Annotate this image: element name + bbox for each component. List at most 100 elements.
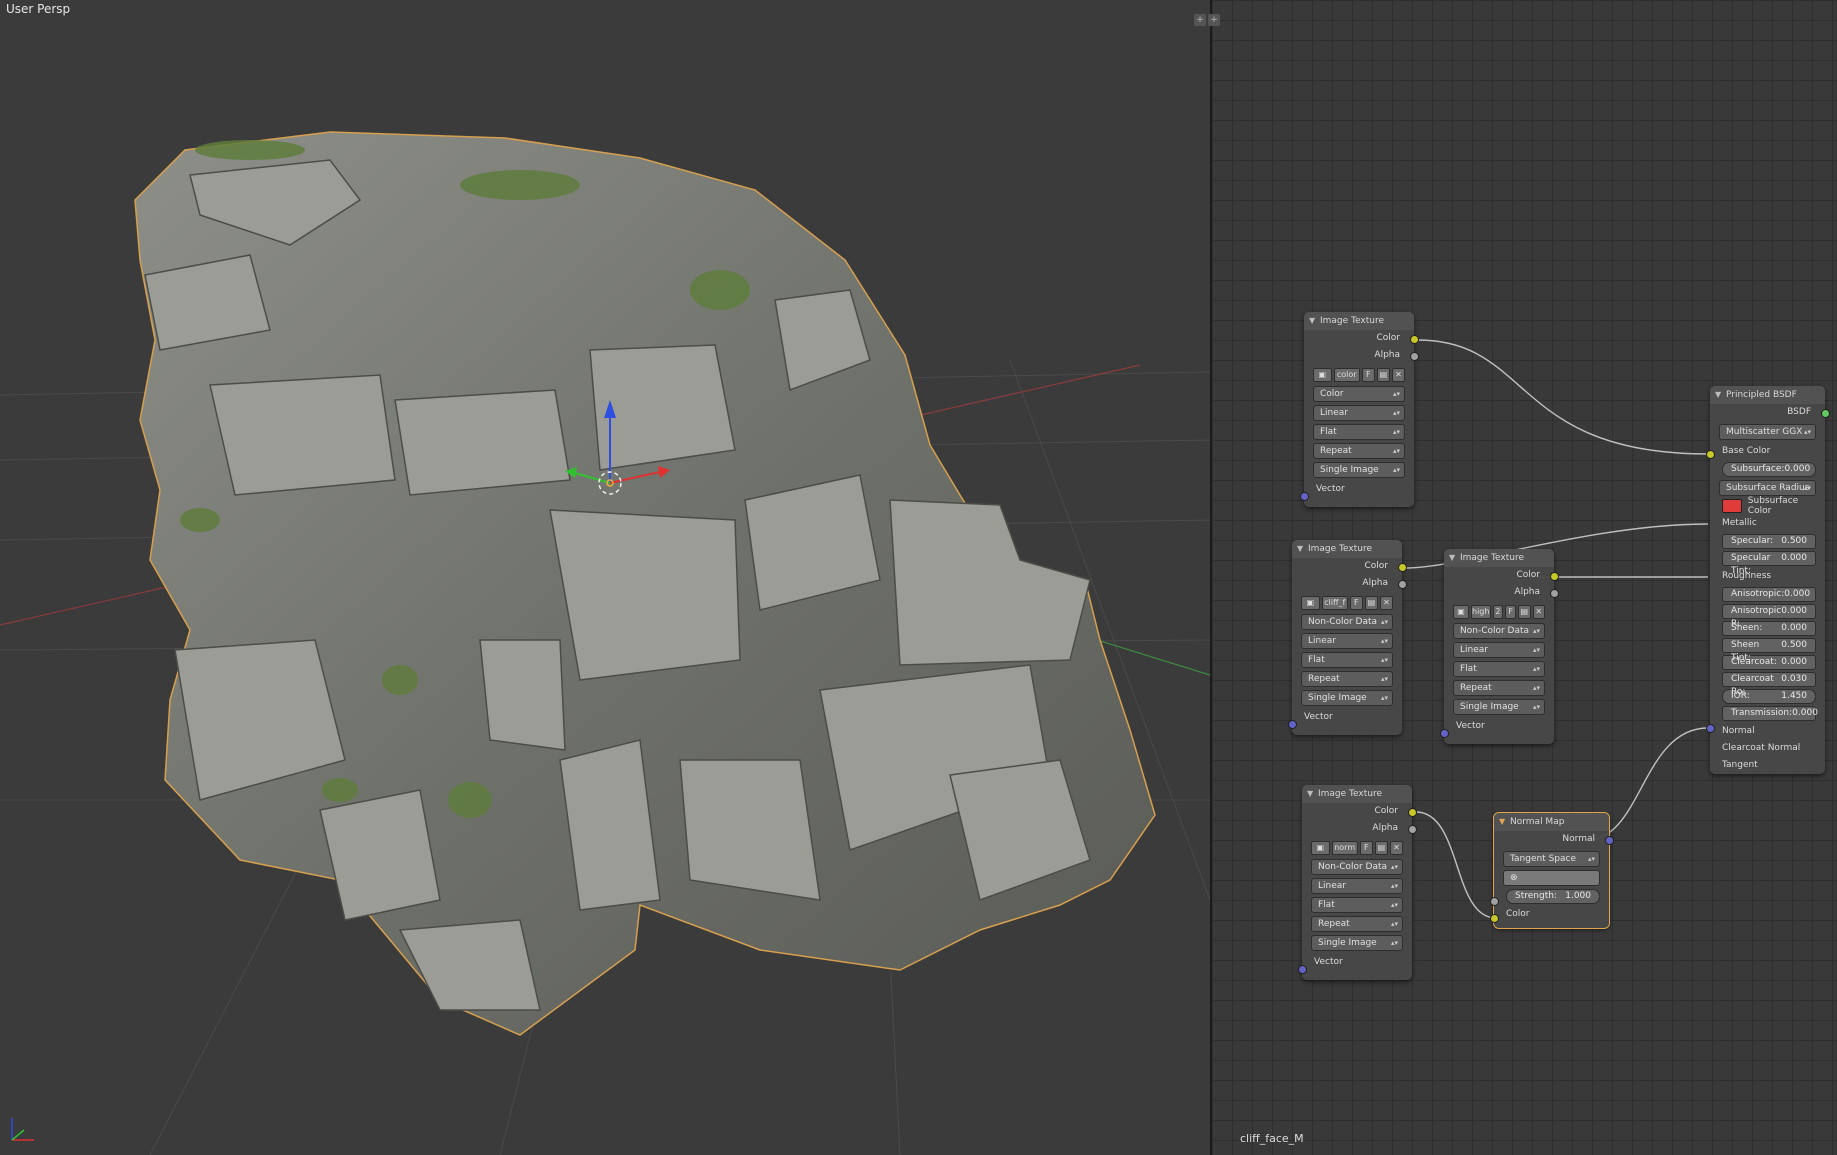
collapse-icon[interactable]: ▼ [1307,785,1313,803]
projection-select[interactable]: Flat ▴▾ [1313,424,1405,440]
uv-map-field[interactable]: ⊗ [1503,870,1600,886]
projection-select[interactable]: Flat ▴▾ [1311,897,1403,913]
area-split-left-icon[interactable]: + [1194,14,1206,26]
socket-strength-in[interactable] [1490,897,1499,906]
specular-field[interactable]: Specular: 0.500 [1722,534,1816,549]
socket-color-out[interactable] [1550,572,1559,581]
color-space-select[interactable]: Non-Color Data ▴▾ [1311,859,1403,875]
socket-alpha-out[interactable] [1408,825,1417,834]
color-space-select[interactable]: Non-Color Data ▴▾ [1453,623,1545,639]
collapse-icon[interactable]: ▼ [1297,540,1303,558]
node-header[interactable]: ▼ Image Texture [1444,549,1554,567]
interpolation-select[interactable]: Linear ▴▾ [1313,405,1405,421]
area-split-right-icon[interactable]: + [1208,14,1220,26]
socket-normal-in[interactable] [1706,724,1715,733]
space-select[interactable]: Tangent Space ▴▾ [1503,851,1600,867]
image-texture-node-4[interactable]: ▼ Image Texture Color Alpha ▣ norm F ▤ ✕ … [1298,785,1417,980]
image-selector[interactable]: ▣ norm F ▤ ✕ [1311,841,1403,855]
color-space-select[interactable]: Color ▴▾ [1313,386,1405,402]
3d-viewport[interactable]: User Persp [0,0,1210,1155]
image-selector[interactable]: ▣ high 2 F ▤ ✕ [1453,605,1545,619]
color-space-select[interactable]: Non-Color Data ▴▾ [1301,614,1393,630]
unlink-image-icon[interactable]: ✕ [1389,841,1403,855]
projection-select[interactable]: Flat ▴▾ [1301,652,1393,668]
unlink-image-icon[interactable]: ✕ [1379,596,1393,610]
open-image-icon[interactable]: ▤ [1374,841,1388,855]
collapse-icon[interactable]: ▼ [1309,312,1315,330]
image-texture-node-2[interactable]: ▼ Image Texture Color Alpha ▣ cliff_f F ▤… [1288,540,1407,735]
image-name[interactable]: cliff_f [1321,596,1348,610]
socket-color-out[interactable] [1398,563,1407,572]
extension-select[interactable]: Repeat ▴▾ [1453,680,1545,696]
socket-bsdf-out[interactable] [1821,409,1830,418]
transmission-field[interactable]: Transmission: 0.000 [1722,706,1818,721]
user-count[interactable]: 2 [1492,605,1504,619]
source-select[interactable]: Single Image ▴▾ [1313,462,1405,478]
specular-tint-field[interactable]: Specular Tint: 0.000 [1722,551,1816,576]
node-header[interactable]: ▼ Image Texture [1292,540,1402,558]
ior-field[interactable]: IOR: 1.450 [1722,689,1816,704]
extension-select[interactable]: Repeat ▴▾ [1313,443,1405,459]
extension-select[interactable]: Repeat ▴▾ [1311,916,1403,932]
extension-select[interactable]: Repeat ▴▾ [1301,671,1393,687]
socket-normal-out[interactable] [1605,836,1614,845]
subsurface-color-swatch[interactable] [1722,499,1742,513]
open-image-icon[interactable]: ▤ [1376,368,1390,382]
open-image-icon[interactable]: ▤ [1364,596,1378,610]
socket-color-out[interactable] [1410,335,1419,344]
image-texture-node-1[interactable]: ▼ Image Texture Color Alpha ▣ color F ▤ ✕… [1300,312,1419,507]
node-header[interactable]: ▼ Principled BSDF [1710,386,1825,404]
collapse-icon[interactable]: ▼ [1449,549,1455,567]
socket-alpha-out[interactable] [1550,589,1559,598]
unlink-image-icon[interactable]: ✕ [1391,368,1405,382]
socket-color-in[interactable] [1490,914,1499,923]
image-browse-icon[interactable]: ▣ [1313,368,1332,382]
principled-bsdf-node[interactable]: ▼ Principled BSDF BSDF Multiscatter GGX ▴▾… [1706,386,1830,774]
socket-vector-in[interactable] [1298,965,1307,974]
subsurface-field[interactable]: Subsurface: 0.000 [1722,462,1816,477]
image-name[interactable]: norm [1331,841,1358,855]
anisotropic-rotation-field[interactable]: Anisotropic R: 0.000 [1722,604,1816,629]
node-header[interactable]: ▼ Image Texture [1304,312,1414,330]
fake-user-toggle[interactable]: F [1361,368,1375,382]
projection-select[interactable]: Flat ▴▾ [1453,661,1545,677]
image-browse-icon[interactable]: ▣ [1453,605,1469,619]
socket-color-out[interactable] [1408,808,1417,817]
distribution-select[interactable]: Multiscatter GGX ▴▾ [1719,424,1816,440]
source-select[interactable]: Single Image ▴▾ [1453,699,1545,715]
image-selector[interactable]: ▣ cliff_f F ▤ ✕ [1301,596,1393,610]
image-texture-node-3[interactable]: ▼ Image Texture Color Alpha ▣ high 2 F ▤ … [1440,549,1559,744]
fake-user-toggle[interactable]: F [1359,841,1373,855]
unlink-image-icon[interactable]: ✕ [1532,605,1545,619]
socket-vector-in[interactable] [1300,492,1309,501]
fake-user-toggle[interactable]: F [1349,596,1363,610]
open-image-icon[interactable]: ▤ [1518,605,1531,619]
socket-base-color-in[interactable] [1706,450,1715,459]
node-header[interactable]: ▼ Image Texture [1302,785,1412,803]
subsurface-color-row[interactable]: Subsurface Color [1722,496,1816,516]
socket-alpha-out[interactable] [1410,352,1419,361]
sheen-field[interactable]: Sheen: 0.000 [1722,621,1816,636]
interpolation-select[interactable]: Linear ▴▾ [1453,642,1545,658]
subsurface-radius-select[interactable]: Subsurface Radius ▴▾ [1719,480,1816,496]
node-header[interactable]: ▼ Normal Map [1494,813,1609,831]
clearcoat-field[interactable]: Clearcoat: 0.000 [1722,655,1816,670]
normal-map-node[interactable]: ▼ Normal Map Normal Tangent Space ▴▾ ⊗ Str… [1490,812,1614,929]
sheen-tint-field[interactable]: Sheen Tint: 0.500 [1722,638,1816,663]
socket-vector-in[interactable] [1288,720,1297,729]
source-select[interactable]: Single Image ▴▾ [1301,690,1393,706]
image-name[interactable]: high [1471,605,1491,619]
image-selector[interactable]: ▣ color F ▤ ✕ [1313,368,1405,382]
image-browse-icon[interactable]: ▣ [1301,596,1320,610]
image-name[interactable]: color [1333,368,1360,382]
collapse-icon[interactable]: ▼ [1499,813,1505,831]
interpolation-select[interactable]: Linear ▴▾ [1311,878,1403,894]
strength-field[interactable]: Strength: 1.000 [1506,889,1600,904]
socket-alpha-out[interactable] [1398,580,1407,589]
clearcoat-roughness-field[interactable]: Clearcoat Ro: 0.030 [1722,672,1816,697]
anisotropic-field[interactable]: Anisotropic: 0.000 [1722,587,1816,602]
source-select[interactable]: Single Image ▴▾ [1311,935,1403,951]
fake-user-toggle[interactable]: F [1505,605,1516,619]
interpolation-select[interactable]: Linear ▴▾ [1301,633,1393,649]
node-editor[interactable]: ▼ Image Texture Color Alpha ▣ color F ▤ ✕… [1212,0,1837,1155]
